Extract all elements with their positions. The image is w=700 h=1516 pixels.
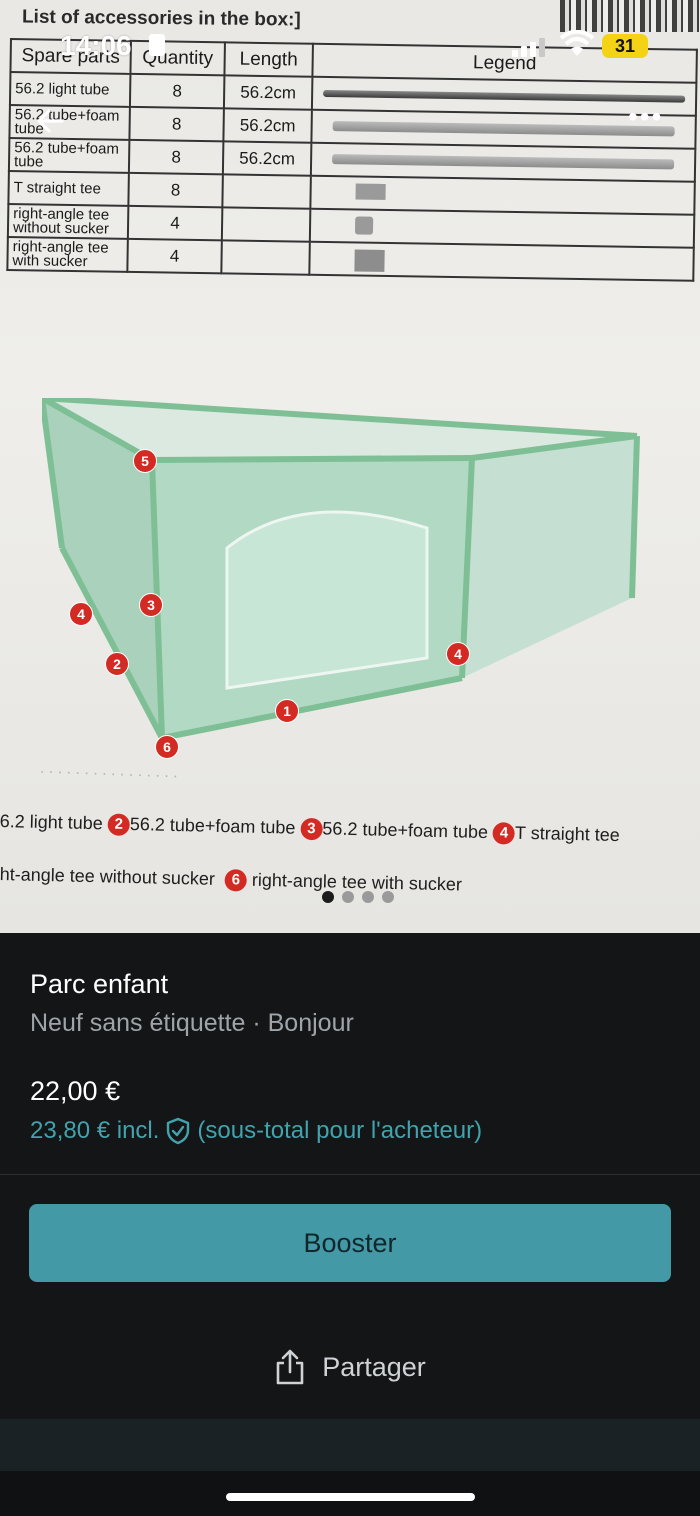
cell-length <box>221 207 311 242</box>
part-marker: 1 <box>275 699 299 723</box>
playpen-illustration <box>42 398 640 738</box>
share-label: Partager <box>322 1351 426 1382</box>
background-text: . . . . . . . . . . . . . . . . <box>39 759 179 782</box>
part-marker: 5 <box>133 449 157 473</box>
wifi-icon <box>560 30 594 56</box>
cell-qty: 8 <box>128 139 224 175</box>
listing-title: Parc enfant <box>30 969 169 999</box>
caption-text: 56.2 tube+foam tube <box>129 813 296 838</box>
cell-length <box>221 240 310 275</box>
listing-subtitle: Neuf sans étiquette · Bonjour <box>30 1009 354 1037</box>
caption-text: ht-angle tee without sucker <box>0 864 216 889</box>
caption-text: 56.2 tube+foam tube <box>322 818 489 843</box>
cell-qty: 4 <box>127 205 223 241</box>
part-marker: 4 <box>446 642 470 666</box>
caption-number: 4 <box>492 822 516 845</box>
carousel-dot[interactable] <box>382 891 394 903</box>
buyer-price-row[interactable]: 23,80 € incl. (sous-total pour l'acheteu… <box>30 1117 482 1145</box>
angle-tee-drawing <box>354 216 374 235</box>
cell-part: right-angle tee without sucker <box>7 203 129 239</box>
part-marker: 3 <box>139 593 163 617</box>
cell-length: 56.2cm <box>223 108 312 143</box>
foam-tube-drawing <box>332 121 675 137</box>
cell-qty: 8 <box>129 106 224 142</box>
cell-qty: 4 <box>127 238 222 274</box>
cell-part: right-angle tee with sucker <box>7 236 128 272</box>
battery-indicator: 31 <box>602 34 648 58</box>
listing-photo[interactable]: List of accessories in the box:] Spare p… <box>0 0 700 933</box>
cell-part: 56.2 tube+foam tube <box>8 138 130 173</box>
status-bar: 14:06 31 <box>0 0 700 90</box>
caption-text: 6.2 light tube <box>0 811 104 834</box>
part-marker: 4 <box>69 602 93 626</box>
buyer-price: 23,80 € incl. <box>30 1117 160 1144</box>
carousel-dot[interactable] <box>362 891 374 903</box>
carousel-dot[interactable] <box>342 891 354 903</box>
cell-legend <box>309 241 694 281</box>
carousel-dot[interactable] <box>322 891 334 903</box>
listing-price: 22,00 € <box>30 1076 121 1106</box>
tee-drawing <box>355 183 386 200</box>
back-arrow-icon[interactable] <box>34 104 68 138</box>
signal-icon <box>512 50 518 57</box>
cell-qty: 8 <box>128 172 223 208</box>
buyer-price-note: (sous-total pour l'acheteur) <box>197 1117 483 1144</box>
caption-number: 3 <box>300 818 323 841</box>
sucker-tee-drawing <box>354 249 385 272</box>
cell-length <box>222 174 311 209</box>
signal-icon <box>530 42 536 57</box>
booster-button[interactable]: Booster <box>29 1204 671 1282</box>
signal-icon <box>539 38 545 57</box>
caption-line-1: 6.2 light tube 2 56.2 tube+foam tube 3 56.… <box>0 811 620 847</box>
cell-length: 56.2cm <box>222 141 312 176</box>
shield-check-icon <box>167 1117 190 1145</box>
caption-text: T straight tee <box>514 822 620 846</box>
part-marker: 2 <box>105 652 129 676</box>
carousel-indicator[interactable] <box>322 891 394 903</box>
actions-panel: Booster Partager <box>0 1175 700 1419</box>
share-button[interactable]: Partager <box>0 1337 700 1397</box>
cell-part: T straight tee <box>8 170 129 206</box>
bottom-bar <box>0 1419 700 1471</box>
more-options-icon[interactable]: ••• <box>628 103 668 132</box>
signal-icon <box>521 46 527 57</box>
status-time: 14:06 <box>60 30 132 61</box>
sim-icon <box>149 34 165 56</box>
share-icon <box>276 1349 304 1385</box>
caption-number: 2 <box>107 813 131 837</box>
listing-info: Parc enfant Neuf sans étiquette · Bonjou… <box>0 933 700 1175</box>
caption-number: 6 <box>224 869 248 892</box>
part-marker: 6 <box>155 735 179 759</box>
cell-part: 56.2 tube+foam tube <box>9 105 130 140</box>
foam-tube-drawing <box>332 154 675 170</box>
home-indicator[interactable] <box>226 1493 475 1501</box>
